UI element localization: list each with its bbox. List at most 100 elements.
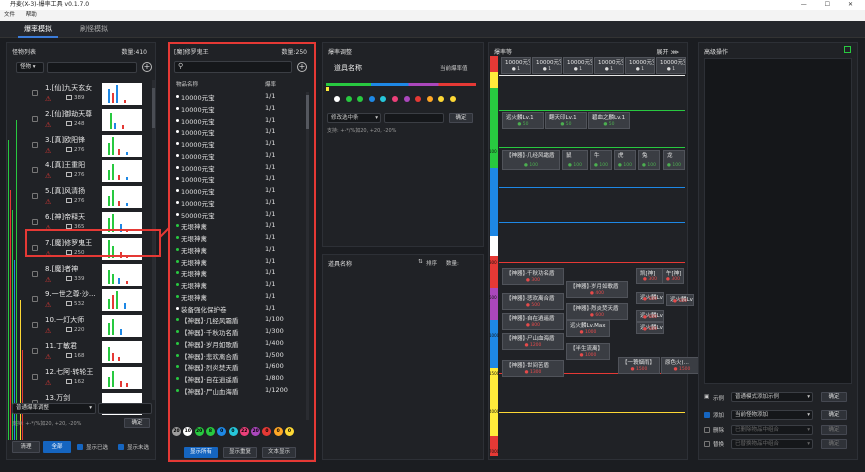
show-selected-checkbox[interactable] [77,444,83,450]
monster-list-item[interactable]: 3.[真]欧阳锋 ⚠ 276 [26,133,152,159]
monster-list-item[interactable]: 10.一灯大师 ⚠ 220 [26,313,152,339]
monster-list-item[interactable]: 5.[真]风清扬 ⚠ 276 [26,184,152,210]
monster-checkbox[interactable] [32,322,38,329]
menu-help[interactable]: 帮助 [26,12,37,18]
monster-list-item[interactable]: 11.丁敏君 ⚠ 168 [26,339,152,365]
rate-card[interactable]: 凯[神] ● 300 [636,268,664,284]
rate-card[interactable]: 碧血之麟Lv.1 ● 50 [588,112,630,129]
clear-button[interactable]: 清理 [12,441,40,453]
rate-card[interactable]: 牛 ● 100 [590,150,612,170]
monster-list-item[interactable]: 9.一世之尊·沙... ⚠ 532 [26,287,152,313]
rate-expand[interactable]: 展开 ⋙ [657,47,679,56]
rate-card[interactable]: 虎 ● 100 [614,150,636,170]
add-monster-icon[interactable]: + [142,62,152,72]
rate-card[interactable]: 【神器】·世间苦盾 ● 1300 [502,360,564,377]
rate-card[interactable]: 10000元宝 ● 1 [532,57,562,74]
rate-card[interactable]: 【神器】·自在逍遥盾 ● 800 [502,313,564,330]
rate-mode-select[interactable]: 普通爆率调整 ▾ [12,403,96,414]
rate-card[interactable]: 远火麟Lv.Max ● 1000 [566,320,610,337]
window-controls[interactable]: — ☐ ✕ [801,0,861,10]
sort-label[interactable]: 排序 [426,259,437,267]
rate-card[interactable]: 【神器】·悲欢离合盾 ● 500 [502,293,564,310]
rate-color-swatch[interactable] [450,96,456,102]
rate-card[interactable]: 远火麟Lv.8● 500 [636,292,664,304]
monster-checkbox[interactable] [32,296,38,303]
show-unselected-checkbox[interactable] [118,444,124,450]
add-checkbox[interactable] [704,412,710,418]
menu-file[interactable]: 文件 [4,12,15,18]
confirm-rate-button[interactable]: 确定 [124,418,150,428]
monster-checkbox[interactable] [32,193,38,200]
rate-card[interactable]: 10000元宝 ● 1 [656,57,686,74]
rate-color-swatch[interactable] [334,96,340,102]
example-select[interactable]: 普通模式添加示例 ▾ [731,392,813,402]
monster-checkbox[interactable] [32,167,38,174]
monster-checkbox[interactable] [32,348,38,354]
delete-checkbox[interactable] [704,427,710,433]
rate-card[interactable]: 兔 ● 100 [638,150,660,170]
monster-list-item[interactable]: 8.[魔]者神 ⚠ 339 [26,262,152,288]
monster-search-input[interactable] [47,62,137,73]
monster-list-item[interactable]: 4.[真]王重阳 ⚠ 276 [26,158,152,184]
thumbnail-bar [120,380,122,387]
monster-checkbox[interactable] [32,270,38,277]
monster-name: 8.[魔]者神 [45,264,79,273]
tab-drop-sim[interactable]: 爆率模拟 [18,21,58,38]
rate-card[interactable]: 【神器】·尸山血海盾 ● 1200 [502,333,564,350]
rate-card[interactable]: 远火麟Lv.1 ● 50 [502,112,544,129]
monster-checkbox[interactable] [32,90,38,96]
add-confirm-button[interactable]: 确定 [821,410,847,420]
monster-filter-select[interactable]: 怪物 ▾ [16,62,44,73]
delete-mode-select[interactable]: 已删除物品中组合 ▾ [731,425,813,435]
rate-card[interactable]: 翻天印Lv.1 ● 50 [545,112,587,129]
rate-card[interactable]: 远火麟Lv.4● 600 [636,310,664,322]
monster-checkbox[interactable] [32,141,38,148]
rate-card[interactable]: 10000元宝 ● 1 [594,57,624,74]
rate-card[interactable]: 午[神] ● 300 [662,268,684,284]
advanced-output-area[interactable] [704,58,852,384]
rate-color-swatch[interactable] [426,96,433,102]
rate-value-input[interactable] [98,403,152,414]
rate-card[interactable]: 【神器】·岁月如歌盾 ● 400 [566,281,628,298]
rate-color-swatch[interactable] [403,96,410,102]
rate-card[interactable]: 【一蓑烟雨】 ● 1500 [618,357,660,374]
rate-card[interactable]: 10000元宝 ● 1 [625,57,655,74]
rate-card[interactable]: 鼠 ● 100 [562,150,588,170]
monster-list-item[interactable]: 2.[仙]御劫天尊 ⚠ 248 [26,107,152,133]
replace-mode-select[interactable]: 已替换物品中组合 ▾ [731,439,813,449]
monster-checkbox[interactable] [32,115,38,122]
modify-selected-select[interactable]: 修改选中条 ▾ [327,113,381,123]
rate-color-swatch[interactable] [392,96,398,102]
delete-confirm-button[interactable]: 确定 [821,425,847,435]
monster-list-item[interactable]: 12.七阿·转轮王 ⚠ 162 [26,365,152,391]
select-all-button[interactable]: 全部 [43,441,71,453]
rate-card[interactable]: 【神器】·烈炎焚天盾 ● 600 [566,303,628,320]
rate-card-name: 【半生流离】 [570,346,604,352]
rate-card[interactable]: 【神器】·千秋功名盾 ● 300 [502,268,564,285]
monster-checkbox[interactable] [32,219,38,225]
adjust-value-input[interactable] [384,113,444,123]
example-confirm-button[interactable]: 确定 [821,392,847,402]
thumbnail-bar [108,376,110,387]
item-count-icon [66,275,72,281]
sort-icon[interactable]: ⇅ [418,259,423,265]
rate-card[interactable]: 【神器】·几经风霜盾 ● 100 [502,150,560,170]
rate-card[interactable]: 原色火(... ● 1500 [661,357,703,374]
monster-list-scroll-thumb[interactable] [152,88,155,128]
rate-card[interactable]: 龙 ● 100 [663,150,685,170]
rate-color-swatch[interactable] [345,96,352,102]
rate-card[interactable]: 远火麟Lv.2● 500 [636,322,664,334]
export-icon[interactable] [844,46,851,53]
rate-card[interactable]: 10000元宝 ● 1 [563,57,593,74]
rate-color-swatch[interactable] [368,96,375,102]
adjust-confirm-button[interactable]: 确定 [449,113,473,123]
replace-confirm-button[interactable]: 确定 [821,439,847,449]
monster-checkbox[interactable] [32,373,38,380]
monster-list-item[interactable]: 1.[仙]九天玄女 ⚠ 389 [26,81,152,107]
add-mode-select[interactable]: 当前怪物添加 ▾ [731,410,813,420]
rate-card[interactable]: 远火麟Lv.6● 500 [666,294,694,306]
rate-card[interactable]: 【半生流离】 ● 1000 [566,343,610,360]
tab-spawn-sim[interactable]: 刷怪模拟 [74,21,114,38]
replace-checkbox[interactable] [704,441,710,447]
rate-card[interactable]: 10000元宝 ● 1 [501,57,531,74]
